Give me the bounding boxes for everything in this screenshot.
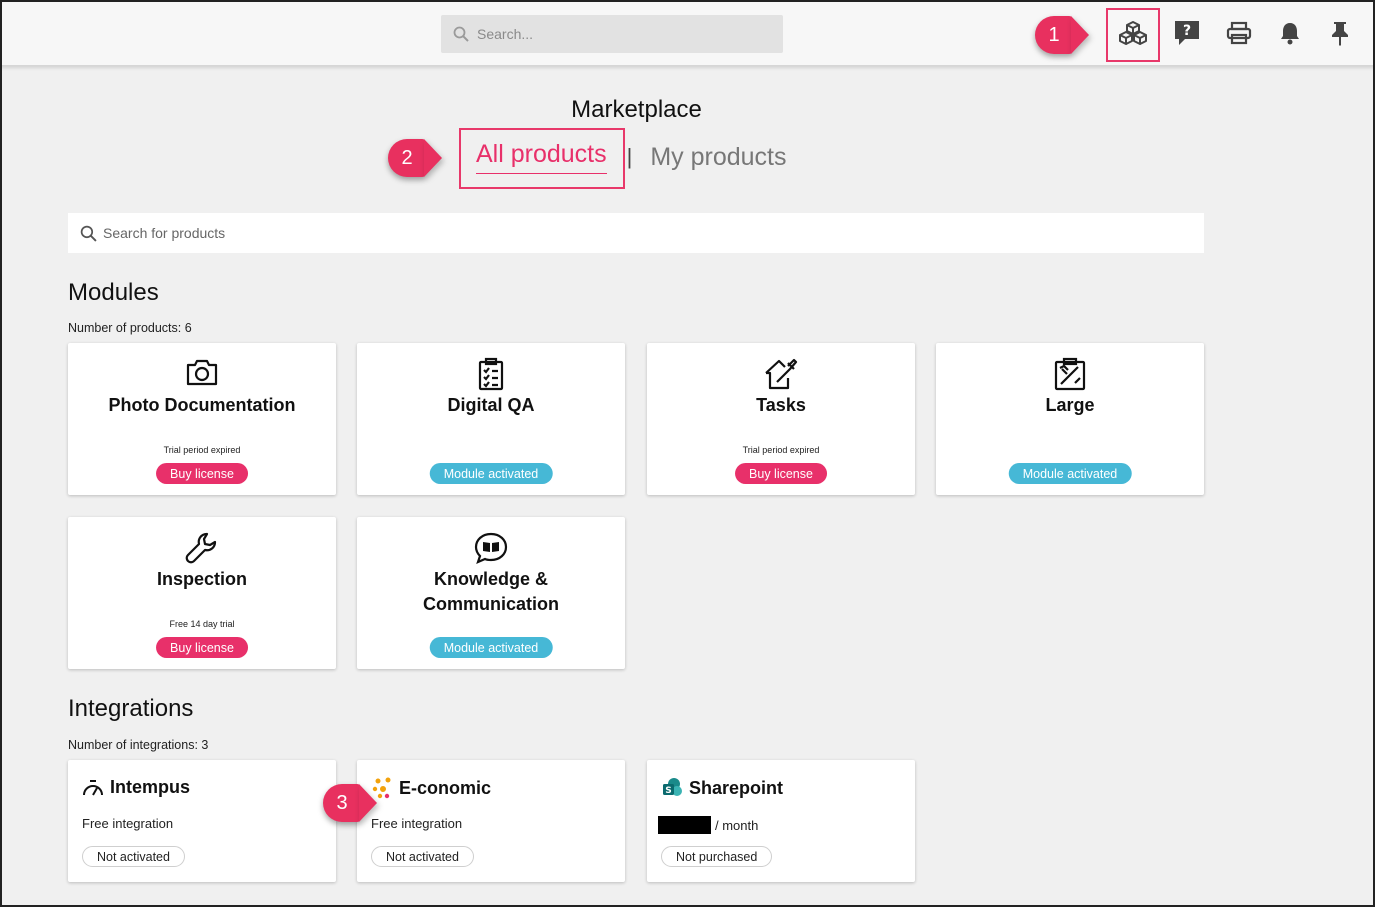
callout-3: 3 xyxy=(323,784,377,822)
integrations-count: Number of integrations: 3 xyxy=(68,738,209,752)
module-name: Photo Documentation xyxy=(108,395,296,415)
print-icon[interactable] xyxy=(1224,18,1254,48)
callout-2-label: 2 xyxy=(388,139,426,177)
sharepoint-logo-icon: S xyxy=(663,778,682,796)
integrations-heading: Integrations xyxy=(68,695,194,722)
tab-all-products[interactable]: All products xyxy=(476,140,607,174)
integration-card-sharepoint[interactable]: S Sharepoint / month Not purchased xyxy=(647,760,915,882)
product-search-input[interactable]: Search for products xyxy=(68,213,1204,253)
module-name: Knowledge & Communication xyxy=(422,569,559,614)
module-status-note: Trial period expired xyxy=(742,445,820,455)
clipboard-tools-icon xyxy=(1054,357,1086,391)
integration-status-pill[interactable]: Not activated xyxy=(371,846,474,867)
module-name: Inspection xyxy=(156,569,247,589)
bell-icon[interactable] xyxy=(1275,18,1305,48)
product-search-placeholder: Search for products xyxy=(103,225,226,241)
global-search-input[interactable]: Search... xyxy=(441,15,783,53)
modules-count: Number of products: 6 xyxy=(68,321,192,335)
module-name: Large xyxy=(1045,395,1095,415)
tab-separator: | xyxy=(626,144,633,169)
price-period: / month xyxy=(715,817,759,833)
chat-book-icon xyxy=(474,532,508,564)
module-activated-button[interactable]: Module activated xyxy=(429,463,553,484)
search-icon xyxy=(453,26,469,42)
wrench-icon xyxy=(185,532,217,564)
integration-name: E-conomic xyxy=(399,777,492,798)
integration-subtitle: Free integration xyxy=(371,816,463,831)
module-status-note: Trial period expired xyxy=(163,445,241,455)
integration-status-pill[interactable]: Not activated xyxy=(82,846,185,867)
product-tabs: All products | My products xyxy=(476,140,787,174)
svg-text:S: S xyxy=(665,786,671,796)
pin-icon[interactable] xyxy=(1325,18,1355,48)
buy-license-button[interactable]: Buy license xyxy=(735,463,827,484)
page-title: Marketplace xyxy=(571,96,702,123)
module-card-inspection[interactable]: Inspection Free 14 day trial Buy license xyxy=(68,517,336,669)
module-name: Tasks xyxy=(756,395,806,415)
stopwatch-icon xyxy=(83,779,103,795)
callout-3-label: 3 xyxy=(323,784,361,822)
marketplace-cubes-icon[interactable] xyxy=(1118,18,1148,48)
module-card-photo-documentation[interactable]: Photo Documentation Trial period expired… xyxy=(68,343,336,495)
clipboard-checklist-icon xyxy=(478,357,504,391)
global-search-placeholder: Search... xyxy=(477,26,534,42)
callout-1: 1 xyxy=(1035,16,1089,54)
module-activated-button[interactable]: Module activated xyxy=(429,637,553,658)
search-icon xyxy=(80,225,97,242)
integration-card-e-conomic[interactable]: E-conomic Free integration Not activated xyxy=(357,760,625,882)
integration-price: / month xyxy=(658,816,758,834)
module-card-knowledge-communication[interactable]: Knowledge & Communication Module activat… xyxy=(357,517,625,669)
module-card-digital-qa[interactable]: Digital QA Module activated xyxy=(357,343,625,495)
integration-name: Sharepoint xyxy=(689,777,784,798)
callout-2: 2 xyxy=(388,139,442,177)
camera-icon xyxy=(186,359,218,386)
integration-card-intempus[interactable]: Intempus Free integration Not activated xyxy=(68,760,336,882)
module-card-tasks[interactable]: Tasks Trial period expired Buy license xyxy=(647,343,915,495)
integration-subtitle: Free integration xyxy=(82,816,174,831)
redacted-price xyxy=(658,816,711,834)
callout-1-label: 1 xyxy=(1035,16,1073,54)
tab-my-products[interactable]: My products xyxy=(650,143,786,172)
integration-name: Intempus xyxy=(110,777,191,797)
help-icon[interactable]: ? xyxy=(1172,18,1202,48)
svg-text:?: ? xyxy=(1183,23,1191,39)
module-activated-button[interactable]: Module activated xyxy=(1008,463,1132,484)
module-name: Digital QA xyxy=(447,395,535,415)
buy-license-button[interactable]: Buy license xyxy=(156,463,248,484)
module-card-large[interactable]: Large Module activated xyxy=(936,343,1204,495)
modules-heading: Modules xyxy=(68,279,159,306)
buy-license-button[interactable]: Buy license xyxy=(156,637,248,658)
module-status-note: Free 14 day trial xyxy=(169,619,235,629)
house-wrench-icon xyxy=(765,358,798,390)
top-bar: Search... ? xyxy=(0,0,1375,66)
integration-status-pill[interactable]: Not purchased xyxy=(661,846,773,867)
